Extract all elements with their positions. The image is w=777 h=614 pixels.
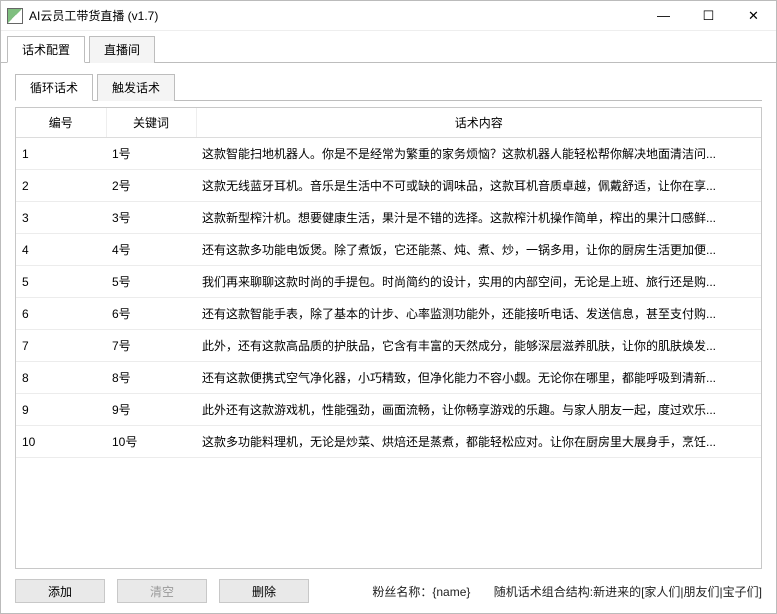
cell-id: 10 [16,426,106,458]
cell-content: 此外，还有这款高品质的护肤品，它含有丰富的天然成分，能够深层滋养肌肤，让你的肌肤… [196,330,761,362]
cell-content: 这款智能扫地机器人。你是不是经常为繁重的家务烦恼？这款机器人能轻松帮你解决地面清… [196,138,761,170]
bottom-toolbar: 添加 清空 删除 粉丝名称：{name} 随机话术组合结构:新进来的[家人们|朋… [15,569,762,603]
tab-loop-script[interactable]: 循环话术 [15,74,93,101]
cell-id: 3 [16,202,106,234]
cell-keyword: 7号 [106,330,196,362]
table-header-row: 编号 关键词 话术内容 [16,108,761,138]
table-row[interactable]: 11号这款智能扫地机器人。你是不是经常为繁重的家务烦恼？这款机器人能轻松帮你解决… [16,138,761,170]
cell-content: 还有这款便携式空气净化器，小巧精致，但净化能力不容小觑。无论你在哪里，都能呼吸到… [196,362,761,394]
table-row[interactable]: 33号这款新型榨汁机。想要健康生活，果汁是不错的选择。这款榨汁机操作简单，榨出的… [16,202,761,234]
cell-id: 8 [16,362,106,394]
main-tabs: 话术配置 直播间 [1,31,776,63]
cell-keyword: 2号 [106,170,196,202]
cell-content: 这款新型榨汁机。想要健康生活，果汁是不错的选择。这款榨汁机操作简单，榨出的果汁口… [196,202,761,234]
script-table[interactable]: 编号 关键词 话术内容 11号这款智能扫地机器人。你是不是经常为繁重的家务烦恼？… [16,108,761,458]
script-table-container: 编号 关键词 话术内容 11号这款智能扫地机器人。你是不是经常为繁重的家务烦恼？… [15,107,762,569]
cell-keyword: 3号 [106,202,196,234]
cell-content: 我们再来聊聊这款时尚的手提包。时尚简约的设计，实用的内部空间，无论是上班、旅行还… [196,266,761,298]
cell-keyword: 1号 [106,138,196,170]
col-header-content[interactable]: 话术内容 [196,108,761,138]
window-title: AI云员工带货直播 (v1.7) [29,7,158,24]
table-row[interactable]: 22号这款无线蓝牙耳机。音乐是生活中不可或缺的调味品，这款耳机音质卓越，佩戴舒适… [16,170,761,202]
cell-content: 此外还有这款游戏机，性能强劲，画面流畅，让你畅享游戏的乐趣。与家人朋友一起，度过… [196,394,761,426]
table-row[interactable]: 77号此外，还有这款高品质的护肤品，它含有丰富的天然成分，能够深层滋养肌肤，让你… [16,330,761,362]
close-button[interactable]: ✕ [731,1,776,31]
minimize-button[interactable]: — [641,1,686,31]
cell-id: 5 [16,266,106,298]
table-row[interactable]: 55号我们再来聊聊这款时尚的手提包。时尚简约的设计，实用的内部空间，无论是上班、… [16,266,761,298]
maximize-button[interactable]: ☐ [686,1,731,31]
col-header-id[interactable]: 编号 [16,108,106,138]
app-icon [7,8,23,24]
script-structure-template: 随机话术组合结构:新进来的[家人们|朋友们|宝子们] [494,585,762,599]
cell-keyword: 8号 [106,362,196,394]
cell-content: 这款多功能料理机，无论是炒菜、烘焙还是蒸煮，都能轻松应对。让你在厨房里大展身手，… [196,426,761,458]
table-row[interactable]: 99号此外还有这款游戏机，性能强劲，画面流畅，让你畅享游戏的乐趣。与家人朋友一起… [16,394,761,426]
delete-button[interactable]: 删除 [219,579,309,603]
cell-id: 6 [16,298,106,330]
tab-trigger-script[interactable]: 触发话术 [97,74,175,101]
app-window: AI云员工带货直播 (v1.7) — ☐ ✕ 话术配置 直播间 循环话术 触发话… [0,0,777,614]
cell-content: 还有这款多功能电饭煲。除了煮饭，它还能蒸、炖、煮、炒，一锅多用，让你的厨房生活更… [196,234,761,266]
footer-info: 粉丝名称：{name} 随机话术组合结构:新进来的[家人们|朋友们|宝子们] [372,583,762,600]
cell-keyword: 10号 [106,426,196,458]
cell-keyword: 9号 [106,394,196,426]
cell-id: 1 [16,138,106,170]
script-sub-tabs: 循环话术 触发话术 [15,73,762,101]
tab-script-config[interactable]: 话术配置 [7,36,85,63]
titlebar: AI云员工带货直播 (v1.7) — ☐ ✕ [1,1,776,31]
table-row[interactable]: 1010号这款多功能料理机，无论是炒菜、烘焙还是蒸煮，都能轻松应对。让你在厨房里… [16,426,761,458]
fans-name-template: 粉丝名称：{name} [372,585,470,599]
cell-keyword: 5号 [106,266,196,298]
cell-keyword: 4号 [106,234,196,266]
table-row[interactable]: 88号还有这款便携式空气净化器，小巧精致，但净化能力不容小觑。无论你在哪里，都能… [16,362,761,394]
col-header-keyword[interactable]: 关键词 [106,108,196,138]
cell-id: 2 [16,170,106,202]
cell-keyword: 6号 [106,298,196,330]
content-area: 循环话术 触发话术 编号 关键词 话术内容 11号这款智能扫地机器人。你是不是经… [1,63,776,613]
table-row[interactable]: 66号还有这款智能手表，除了基本的计步、心率监测功能外，还能接听电话、发送信息，… [16,298,761,330]
table-row[interactable]: 44号还有这款多功能电饭煲。除了煮饭，它还能蒸、炖、煮、炒，一锅多用，让你的厨房… [16,234,761,266]
add-button[interactable]: 添加 [15,579,105,603]
cell-id: 4 [16,234,106,266]
clear-button[interactable]: 清空 [117,579,207,603]
cell-content: 还有这款智能手表，除了基本的计步、心率监测功能外，还能接听电话、发送信息，甚至支… [196,298,761,330]
cell-id: 9 [16,394,106,426]
tab-live-room[interactable]: 直播间 [89,36,155,63]
cell-id: 7 [16,330,106,362]
cell-content: 这款无线蓝牙耳机。音乐是生活中不可或缺的调味品，这款耳机音质卓越，佩戴舒适，让你… [196,170,761,202]
